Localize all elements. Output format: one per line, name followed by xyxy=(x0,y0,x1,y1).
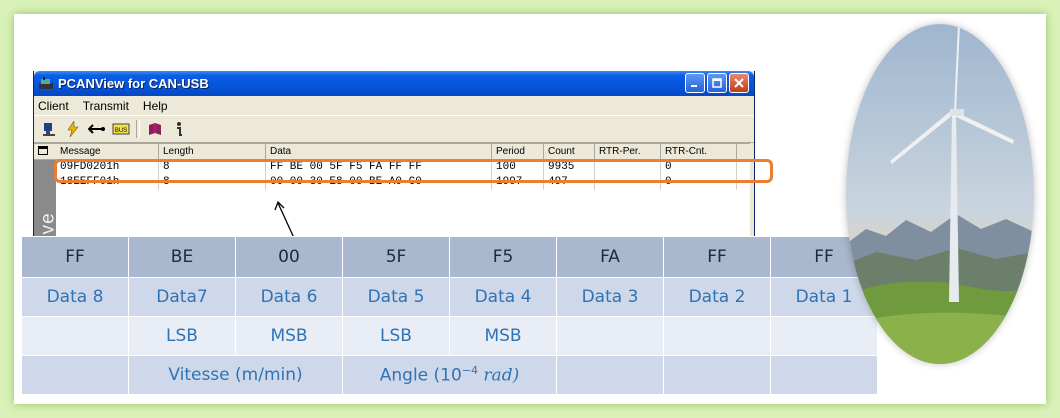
connect-icon xyxy=(43,123,55,136)
byte-order-row: LSB MSB LSB MSB xyxy=(21,316,878,356)
title-bar[interactable]: PCANView for CAN-USB xyxy=(34,71,754,96)
angle-cell: Angle (10−4 rad) xyxy=(342,355,557,395)
grid-header: Message Length Data Period Count RTR-Per… xyxy=(34,144,750,160)
angle-exponent: −4 xyxy=(461,364,479,378)
maximize-icon xyxy=(712,78,722,88)
order-cell: LSB xyxy=(342,316,450,356)
connect-tool[interactable] xyxy=(40,120,58,138)
wind-turbine-photo xyxy=(846,24,1034,364)
pointer-arrow-icon xyxy=(274,200,295,239)
minimize-icon xyxy=(691,85,697,87)
byte-cell: 00 xyxy=(235,236,343,278)
order-cell xyxy=(663,316,771,356)
bytes-row: FF BE 00 5F F5 FA FF FF xyxy=(21,236,878,278)
minimize-button[interactable] xyxy=(685,73,705,93)
col-rtr-cnt[interactable]: RTR-Cnt. xyxy=(661,144,737,159)
bus-icon: BUS xyxy=(112,123,130,135)
window-title: PCANView for CAN-USB xyxy=(58,76,209,91)
close-button[interactable] xyxy=(729,73,749,93)
speed-cell: Vitesse (m/min) xyxy=(128,355,343,395)
angle-unit: rad) xyxy=(478,365,520,386)
byte-cell: FA xyxy=(556,236,664,278)
grid-corner-icon xyxy=(38,146,48,155)
maximize-button[interactable] xyxy=(707,73,727,93)
reset-tool[interactable] xyxy=(64,120,82,138)
info-tool[interactable] xyxy=(170,120,188,138)
wind-turbine-illustration xyxy=(846,24,1034,364)
menu-help[interactable]: Help xyxy=(143,99,168,113)
label-cell: Data7 xyxy=(128,277,236,317)
byte-cell: FF xyxy=(663,236,771,278)
label-cell: Data 6 xyxy=(235,277,343,317)
col-count[interactable]: Count xyxy=(544,144,595,159)
angle-prefix: Angle (10 xyxy=(379,365,462,386)
col-period[interactable]: Period xyxy=(492,144,544,159)
label-cell: Data 8 xyxy=(21,277,129,317)
svg-text:BUS: BUS xyxy=(115,128,127,134)
book-icon xyxy=(149,123,161,135)
order-cell: MSB xyxy=(235,316,343,356)
slide: PCANView for CAN-USB Client Transmit Hel… xyxy=(14,14,1046,404)
order-cell: MSB xyxy=(449,316,557,356)
menu-client[interactable]: Client xyxy=(38,99,69,113)
lightning-icon xyxy=(67,121,79,137)
labels-row: Data 8 Data7 Data 6 Data 5 Data 4 Data 3… xyxy=(21,277,878,317)
close-icon xyxy=(734,78,744,88)
empty-cell xyxy=(770,355,878,395)
byte-cell: 5F xyxy=(342,236,450,278)
byte-mapping-table: FF BE 00 5F F5 FA FF FF Data 8 Data7 Dat… xyxy=(21,236,878,395)
toolbar-separator xyxy=(136,120,140,138)
label-cell: Data 2 xyxy=(663,277,771,317)
byte-cell: FF xyxy=(21,236,129,278)
empty-cell xyxy=(556,355,664,395)
col-rtr-per[interactable]: RTR-Per. xyxy=(595,144,661,159)
arrow-left-icon xyxy=(88,124,105,134)
byte-cell: BE xyxy=(128,236,236,278)
toolbar: BUS xyxy=(34,115,754,143)
help-book-tool[interactable] xyxy=(146,120,164,138)
label-cell: Data 4 xyxy=(449,277,557,317)
order-cell: LSB xyxy=(128,316,236,356)
order-cell xyxy=(21,316,129,356)
row-highlight xyxy=(54,159,773,183)
menu-transmit[interactable]: Transmit xyxy=(83,99,129,113)
order-cell xyxy=(556,316,664,356)
bus-off-tool[interactable]: BUS xyxy=(112,120,130,138)
empty-cell xyxy=(21,355,129,395)
col-length[interactable]: Length xyxy=(159,144,266,159)
info-icon xyxy=(177,122,182,136)
byte-cell: F5 xyxy=(449,236,557,278)
order-cell xyxy=(770,316,878,356)
meaning-row: Vitesse (m/min) Angle (10−4 rad) xyxy=(21,355,878,395)
col-message[interactable]: Message xyxy=(56,144,159,159)
label-cell: Data 5 xyxy=(342,277,450,317)
app-icon xyxy=(39,76,53,89)
label-cell: Data 3 xyxy=(556,277,664,317)
transmit-tool[interactable] xyxy=(88,120,106,138)
menu-bar: Client Transmit Help xyxy=(34,96,754,115)
empty-cell xyxy=(663,355,771,395)
col-data[interactable]: Data xyxy=(266,144,492,159)
